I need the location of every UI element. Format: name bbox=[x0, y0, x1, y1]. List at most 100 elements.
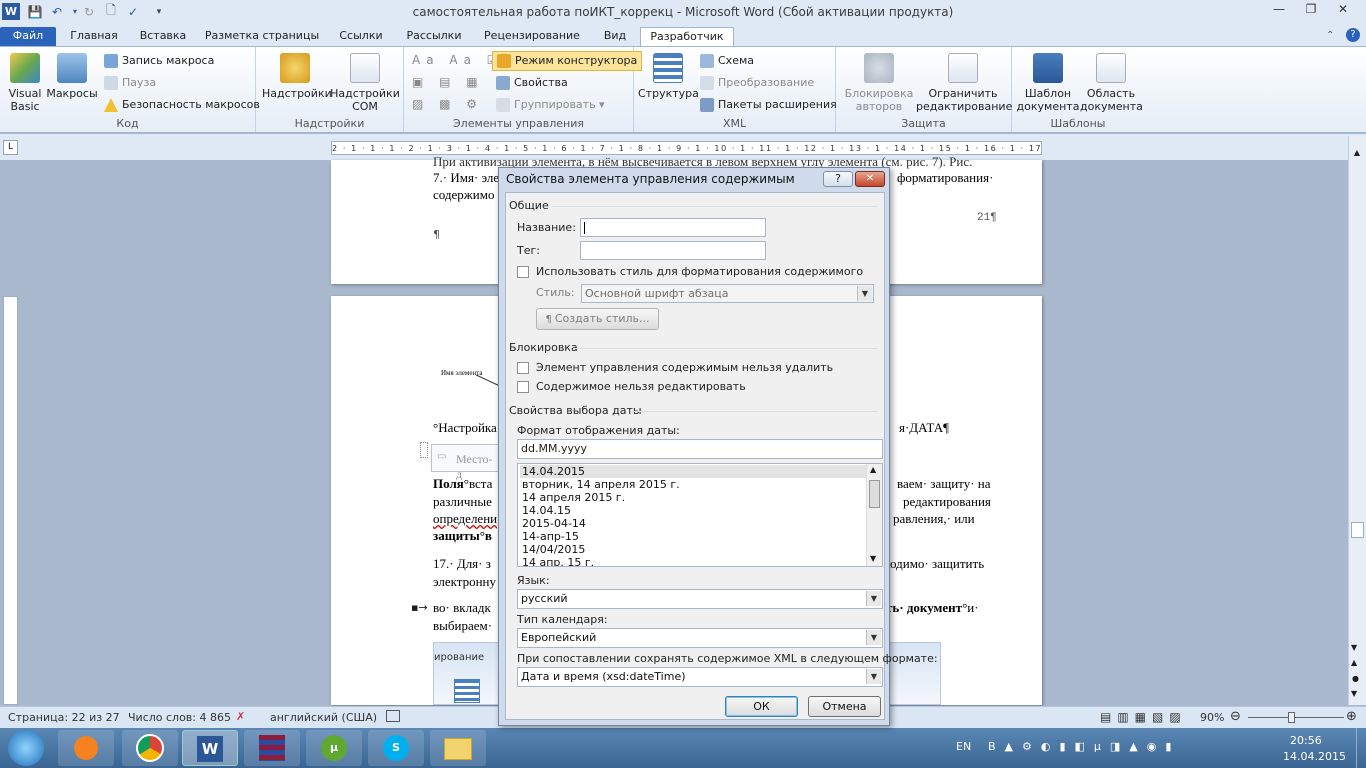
date-content-control[interactable]: ▭ Место-д bbox=[431, 444, 499, 481]
addins-button[interactable]: Надстройки bbox=[262, 53, 332, 100]
tab-review[interactable]: Рецензирование bbox=[476, 27, 588, 47]
word-taskbar-icon[interactable]: W bbox=[182, 730, 238, 766]
vertical-scrollbar[interactable]: ▲ ▼ ▲ ● ▼ bbox=[1348, 136, 1366, 705]
date-format-option[interactable]: 14.04.15 bbox=[520, 504, 866, 517]
scroll-down-icon[interactable]: ▼ bbox=[870, 554, 876, 563]
block-authors-button[interactable]: Блокировка авторов bbox=[840, 53, 918, 113]
design-mode-button[interactable]: Режим конструктора bbox=[492, 51, 643, 71]
page-count[interactable]: Страница: 22 из 27 bbox=[8, 711, 120, 724]
record-macro-button[interactable]: Запись макроса bbox=[104, 51, 214, 71]
transform-button[interactable]: Преобразование bbox=[700, 73, 814, 93]
date-format-option[interactable]: 14.04.2015 bbox=[520, 465, 866, 478]
date-format-option[interactable]: вторник, 14 апреля 2015 г. bbox=[520, 478, 866, 491]
view-buttons[interactable]: ▤▥▦▧▨ bbox=[1100, 710, 1187, 724]
zoom-in-icon[interactable]: ⊕ bbox=[1346, 709, 1357, 724]
content-control-handle[interactable] bbox=[420, 442, 428, 458]
tab-selector[interactable]: L bbox=[3, 140, 18, 155]
prev-page-icon[interactable]: ▲ bbox=[1351, 658, 1357, 667]
style-select[interactable]: Основной шрифт абзаца ▼ bbox=[581, 284, 874, 303]
zoom-out-icon[interactable]: ⊖ bbox=[1230, 709, 1241, 724]
clock-time[interactable]: 20:56 bbox=[1290, 734, 1322, 747]
start-button[interactable] bbox=[8, 730, 44, 766]
close-dialog-button[interactable]: ✕ bbox=[855, 171, 885, 187]
chrome-icon[interactable] bbox=[122, 730, 178, 766]
next-page-icon[interactable]: ▼ bbox=[1351, 689, 1357, 698]
utorrent-icon[interactable]: µ bbox=[306, 730, 362, 766]
language-indicator[interactable]: английский (США) bbox=[270, 711, 377, 724]
proofing-icon[interactable]: ✗ bbox=[236, 710, 245, 723]
pause-macro-button[interactable]: Пауза bbox=[104, 73, 156, 93]
word-count[interactable]: Число слов: 4 865 bbox=[128, 711, 231, 724]
browse-object-icon[interactable]: ● bbox=[1352, 674, 1359, 683]
scroll-thumb[interactable] bbox=[1351, 522, 1364, 538]
schema-button[interactable]: Схема bbox=[700, 51, 754, 71]
horizontal-ruler[interactable]: 2 · 1 · 1 · 1 · 2 · 1 · 3 · 1 · 4 · 1 · … bbox=[331, 141, 1042, 155]
list-scrollbar[interactable]: ▲ ▼ bbox=[866, 464, 882, 566]
help-button[interactable]: ? bbox=[823, 171, 853, 187]
restrict-editing-button[interactable]: Ограничить редактирование bbox=[916, 53, 1012, 113]
media-player-icon[interactable] bbox=[58, 730, 114, 766]
tray-icons[interactable]: B▲⚙◐▮◧µ◨▲◉▮ bbox=[988, 740, 1180, 753]
input-language[interactable]: EN bbox=[956, 740, 971, 753]
calendar-type-select[interactable]: Европейский ▼ bbox=[517, 628, 883, 648]
help-icon[interactable]: ? bbox=[1346, 28, 1360, 42]
doc-bold-text: °в bbox=[479, 528, 492, 543]
zoom-slider-thumb[interactable] bbox=[1288, 712, 1295, 723]
explorer-icon[interactable] bbox=[430, 730, 486, 766]
language-select[interactable]: русский ▼ bbox=[517, 589, 883, 609]
name-input[interactable] bbox=[580, 218, 766, 237]
macro-record-icon[interactable] bbox=[386, 710, 400, 722]
skype-icon[interactable]: S bbox=[368, 730, 424, 766]
list-scroll-thumb[interactable] bbox=[869, 480, 880, 508]
date-format-option[interactable]: 14 апр. 15 г. bbox=[520, 556, 866, 566]
date-format-option[interactable]: 14 апреля 2015 г. bbox=[520, 491, 866, 504]
document-template-button[interactable]: Шаблон документа bbox=[1016, 53, 1080, 113]
date-format-input[interactable]: dd.MM.yyyy bbox=[517, 439, 883, 459]
expansion-packs-button[interactable]: Пакеты расширения bbox=[700, 95, 837, 115]
winrar-icon[interactable] bbox=[244, 730, 300, 766]
scroll-up-icon[interactable]: ▲ bbox=[1351, 148, 1363, 158]
group-controls-button[interactable]: Группировать ▾ bbox=[496, 95, 605, 115]
visual-basic-button[interactable]: Visual Basic bbox=[4, 53, 46, 113]
tab-developer[interactable]: Разработчик bbox=[640, 27, 734, 47]
date-format-option[interactable]: 14-апр-15 bbox=[520, 530, 866, 543]
xml-format-select[interactable]: Дата и время (xsd:dateTime) ▼ bbox=[517, 667, 883, 687]
tab-page-layout[interactable]: Разметка страницы bbox=[200, 27, 324, 47]
scroll-down-icon[interactable]: ▼ bbox=[1351, 643, 1357, 652]
com-addins-button[interactable]: Надстройки COM bbox=[330, 53, 400, 113]
new-style-button[interactable]: ¶ Создать стиль... bbox=[536, 308, 659, 330]
minimize-button[interactable]: — bbox=[1266, 2, 1292, 20]
date-format-list[interactable]: 14.04.2015 вторник, 14 апреля 2015 г. 14… bbox=[517, 463, 883, 567]
scroll-up-icon[interactable]: ▲ bbox=[870, 465, 876, 474]
lock-delete-checkbox[interactable] bbox=[517, 362, 529, 374]
properties-button[interactable]: Свойства bbox=[496, 73, 568, 93]
zoom-slider[interactable] bbox=[1248, 717, 1344, 718]
picture-controls-icons[interactable]: ▣ ▤ ▦ bbox=[412, 75, 484, 89]
tab-references[interactable]: Ссылки bbox=[330, 27, 392, 47]
structure-button[interactable]: Структура bbox=[638, 53, 699, 100]
clock-date[interactable]: 14.04.2015 bbox=[1283, 750, 1346, 763]
cancel-button[interactable]: Отмена bbox=[808, 696, 881, 717]
minimize-ribbon-icon[interactable]: ⌃ bbox=[1326, 30, 1334, 41]
tag-input[interactable] bbox=[580, 241, 766, 260]
tab-view[interactable]: Вид bbox=[594, 27, 636, 47]
tab-insert[interactable]: Вставка bbox=[132, 27, 194, 47]
vertical-ruler[interactable] bbox=[3, 296, 18, 705]
lock-edit-checkbox[interactable] bbox=[517, 381, 529, 393]
close-window-button[interactable]: ✕ bbox=[1330, 2, 1356, 20]
show-desktop-button[interactable] bbox=[1356, 728, 1366, 768]
text-controls-icons[interactable]: Aa Aa ☑ bbox=[412, 53, 504, 67]
maximize-button[interactable]: ❐ bbox=[1298, 2, 1324, 20]
date-format-option[interactable]: 14/04/2015 bbox=[520, 543, 866, 556]
tab-home[interactable]: Главная bbox=[62, 27, 126, 47]
document-panel-button[interactable]: Область документа bbox=[1080, 53, 1143, 113]
macros-button[interactable]: Макросы bbox=[46, 53, 98, 100]
tab-mailings[interactable]: Рассылки bbox=[398, 27, 470, 47]
ok-button[interactable]: ОК bbox=[725, 696, 798, 717]
macro-security-button[interactable]: Безопасность макросов bbox=[104, 95, 260, 115]
legacy-controls-icons[interactable]: ▨ ▩ ⚙ bbox=[412, 97, 483, 111]
date-format-option[interactable]: 2015-04-14 bbox=[520, 517, 866, 530]
use-style-checkbox[interactable] bbox=[517, 266, 529, 278]
tab-file[interactable]: Файл bbox=[0, 27, 56, 47]
zoom-level[interactable]: 90% bbox=[1200, 711, 1224, 724]
